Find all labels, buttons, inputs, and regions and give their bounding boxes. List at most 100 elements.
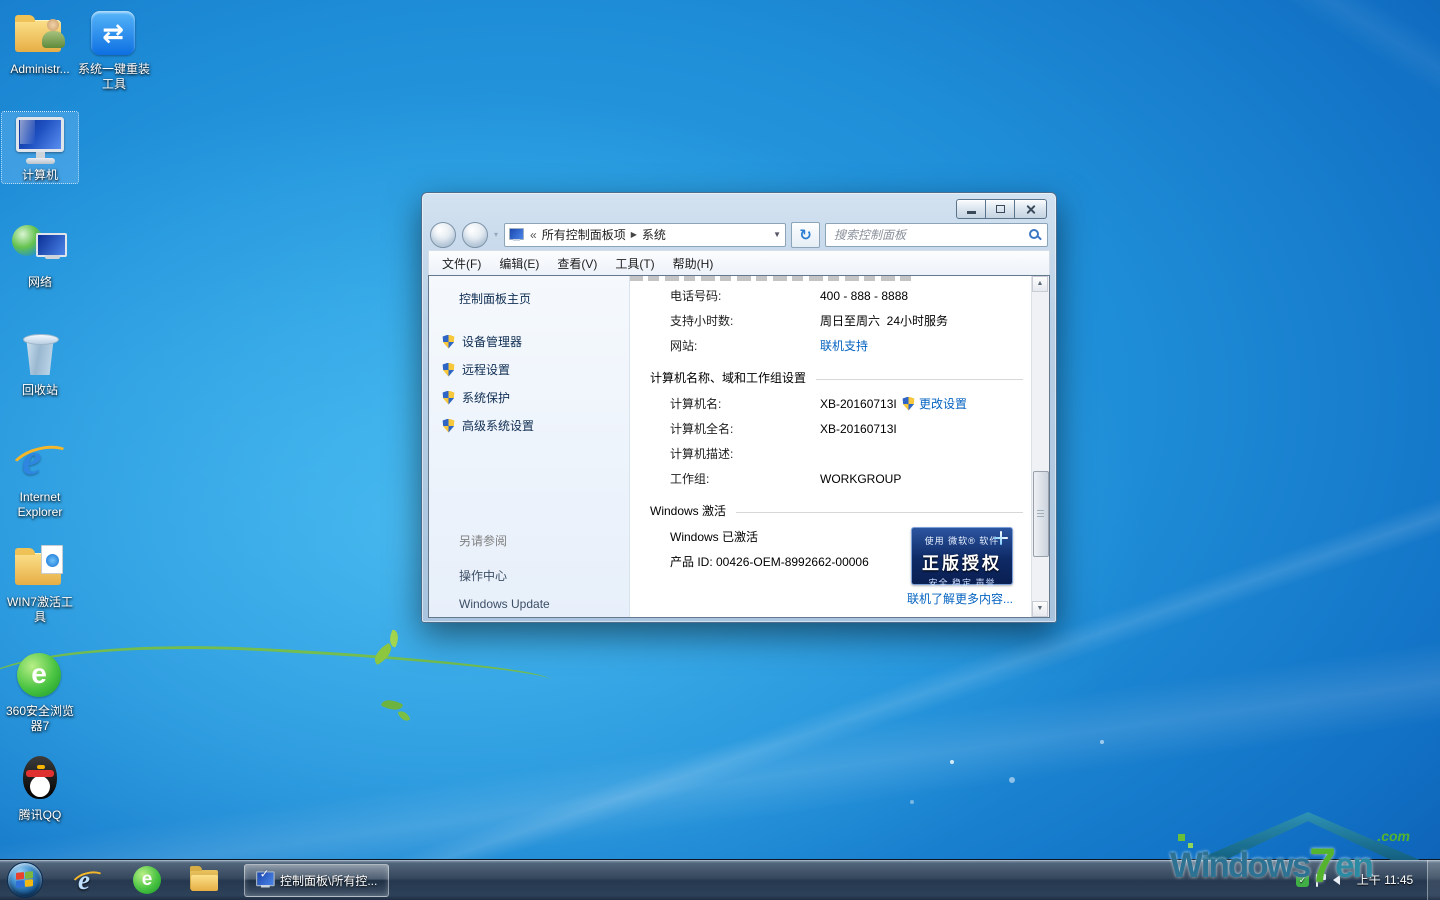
- uac-shield-icon: [902, 397, 915, 411]
- desktop-icon-tencent-qq[interactable]: 腾讯QQ: [2, 752, 78, 823]
- swap-arrows-icon: ⇄: [91, 11, 135, 55]
- uac-shield-icon: [442, 419, 455, 433]
- security-check-tray-icon[interactable]: ✓: [1296, 874, 1309, 887]
- forward-button[interactable]: [462, 222, 488, 248]
- windows-logo-icon: [16, 871, 33, 888]
- maximize-icon: [996, 205, 1005, 213]
- action-center-flag-icon[interactable]: [1316, 874, 1326, 887]
- grass-vine: [0, 633, 552, 736]
- title-bar[interactable]: [428, 193, 1050, 219]
- desktop-icon-label: Internet Explorer: [2, 490, 78, 520]
- sidebar-item-device-manager[interactable]: 设备管理器: [429, 328, 629, 356]
- sidebar-item-advanced-system-settings[interactable]: 高级系统设置: [429, 412, 629, 440]
- desktop-icon-computer[interactable]: 计算机: [2, 112, 78, 183]
- refresh-button[interactable]: ↻: [791, 222, 820, 248]
- clipped-scrolled-text: [630, 276, 912, 281]
- desktop-icon-internet-explorer[interactable]: e Internet Explorer: [2, 434, 78, 520]
- activation-status: Windows 已激活: [670, 528, 758, 545]
- taskbar-active-window-button[interactable]: ✓ 控制面板\所有控...: [244, 864, 389, 897]
- address-bar[interactable]: « 所有控制面板项 ▶ 系统 ▼: [504, 223, 786, 247]
- control-panel-window-icon: ✓: [256, 871, 276, 889]
- scroll-up-arrow[interactable]: ▲: [1032, 276, 1048, 292]
- desktop-icon-administrator[interactable]: Administr...: [2, 6, 78, 77]
- workgroup-value: WORKGROUP: [820, 472, 901, 486]
- taskbar-internet-explorer[interactable]: e: [71, 864, 103, 896]
- support-hours-row: 支持小时数: 周日至周六 24小时服务: [630, 308, 1031, 333]
- desktop-icon-win7-activation-tool[interactable]: WIN7激活工具: [2, 539, 78, 625]
- uac-shield-icon: [442, 363, 455, 377]
- menu-edit[interactable]: 编辑(E): [490, 252, 548, 275]
- phone-value: 400 - 888 - 8888: [820, 289, 908, 303]
- taskbar-360-browser[interactable]: e: [133, 866, 161, 894]
- window-client-area: 控制面板主页 设备管理器 远程设置 系统保护 高级系统设置: [428, 275, 1050, 618]
- desktop-icon-label: 腾讯QQ: [2, 808, 78, 823]
- volume-icon[interactable]: [1333, 875, 1340, 885]
- menu-help[interactable]: 帮助(H): [664, 252, 723, 275]
- internet-explorer-icon: e: [12, 436, 68, 486]
- scroll-down-arrow[interactable]: ▼: [1032, 601, 1048, 617]
- computer-fullname-value: XB-20160713I: [820, 422, 897, 436]
- search-input[interactable]: [832, 227, 1028, 243]
- menu-tools[interactable]: 工具(T): [606, 252, 663, 275]
- online-support-link[interactable]: 联机支持: [820, 337, 868, 354]
- desktop-icon-label: 网络: [2, 275, 78, 290]
- desktop-icon-label: 计算机: [2, 168, 78, 183]
- desktop-icon-label: 360安全浏览器7: [2, 704, 78, 734]
- breadcrumb-arrow-icon[interactable]: ▶: [631, 230, 637, 239]
- sidebar-item-action-center[interactable]: 操作中心: [429, 561, 629, 591]
- system-window: ▾ « 所有控制面板项 ▶ 系统 ▼ ↻ 文件(F) 编辑(E) 查看(V) 工…: [421, 192, 1057, 623]
- desktop-icon-360-browser[interactable]: e 360安全浏览器7: [2, 648, 78, 734]
- computer-name-section-header: 计算机名称、域和工作组设置: [630, 369, 1031, 386]
- taskbar-clock[interactable]: 上午 11:45: [1347, 860, 1423, 900]
- desktop-icon-system-reinstall-tool[interactable]: ⇄ 系统一键重装工具: [76, 6, 152, 92]
- support-hours-label: 支持小时数:: [670, 312, 820, 329]
- navigation-bar: ▾ « 所有控制面板项 ▶ 系统 ▼ ↻: [428, 219, 1050, 250]
- phone-row: 电话号码: 400 - 888 - 8888: [630, 283, 1031, 308]
- address-dropdown-icon[interactable]: ▼: [773, 230, 781, 239]
- recycle-bin-icon: [12, 329, 68, 379]
- search-icon: [1028, 228, 1041, 241]
- genuine-software-badge[interactable]: 使用 微软® 软件 正版授权 安全 稳定 声誉: [911, 527, 1013, 585]
- search-box[interactable]: [825, 223, 1048, 247]
- sidebar-item-windows-update[interactable]: Windows Update: [429, 591, 629, 618]
- back-button[interactable]: [430, 222, 456, 248]
- sparkles: [950, 760, 954, 764]
- windows-activation-section-header: Windows 激活: [630, 502, 1031, 519]
- desktop-icon-network[interactable]: 网络: [2, 219, 78, 290]
- uac-shield-icon: [442, 335, 455, 349]
- maximize-button[interactable]: [985, 199, 1015, 219]
- scrollbar-thumb[interactable]: [1033, 471, 1049, 557]
- sidebar-item-system-protection[interactable]: 系统保护: [429, 384, 629, 412]
- sidebar-item-remote-settings[interactable]: 远程设置: [429, 356, 629, 384]
- product-id: 产品 ID: 00426-OEM-8992662-00006: [670, 553, 869, 570]
- learn-more-online-link[interactable]: 联机了解更多内容...: [907, 590, 1013, 607]
- light-beam: [876, 0, 1440, 221]
- breadcrumb-root-chevron[interactable]: «: [530, 228, 537, 242]
- menu-view[interactable]: 查看(V): [548, 252, 606, 275]
- support-hours-value: 周日至周六 24小时服务: [820, 312, 948, 329]
- taskbar-windows-explorer[interactable]: [190, 868, 220, 892]
- menu-bar: 文件(F) 编辑(E) 查看(V) 工具(T) 帮助(H): [428, 250, 1050, 275]
- close-icon: [1025, 204, 1036, 215]
- phone-label: 电话号码:: [670, 287, 820, 304]
- workgroup-row: 工作组: WORKGROUP: [630, 466, 1031, 491]
- computer-icon: [12, 114, 68, 164]
- show-desktop-button[interactable]: [1427, 860, 1440, 900]
- computer-description-row: 计算机描述:: [630, 441, 1031, 466]
- computer-name-row: 计算机名: XB-20160713I 更改设置: [630, 391, 1031, 416]
- change-settings-link[interactable]: 更改设置: [919, 395, 967, 412]
- start-button[interactable]: [7, 862, 43, 898]
- breadcrumb-current[interactable]: 系统: [642, 226, 666, 243]
- recent-pages-icon[interactable]: ▾: [494, 230, 498, 239]
- minimize-button[interactable]: [956, 199, 986, 219]
- section-rule: [816, 379, 1023, 380]
- desktop-icon-recycle-bin[interactable]: 回收站: [2, 327, 78, 398]
- sidebar: 控制面板主页 设备管理器 远程设置 系统保护 高级系统设置: [429, 276, 630, 617]
- menu-file[interactable]: 文件(F): [433, 252, 490, 275]
- vertical-scrollbar[interactable]: ▲ ▼: [1031, 276, 1049, 617]
- breadcrumb-parent[interactable]: 所有控制面板项: [542, 226, 626, 243]
- close-button[interactable]: [1014, 199, 1047, 219]
- sidebar-item-control-panel-home[interactable]: 控制面板主页: [429, 290, 629, 307]
- desktop-icon-label: 系统一键重装工具: [76, 62, 152, 92]
- website-label: 网站:: [670, 337, 820, 354]
